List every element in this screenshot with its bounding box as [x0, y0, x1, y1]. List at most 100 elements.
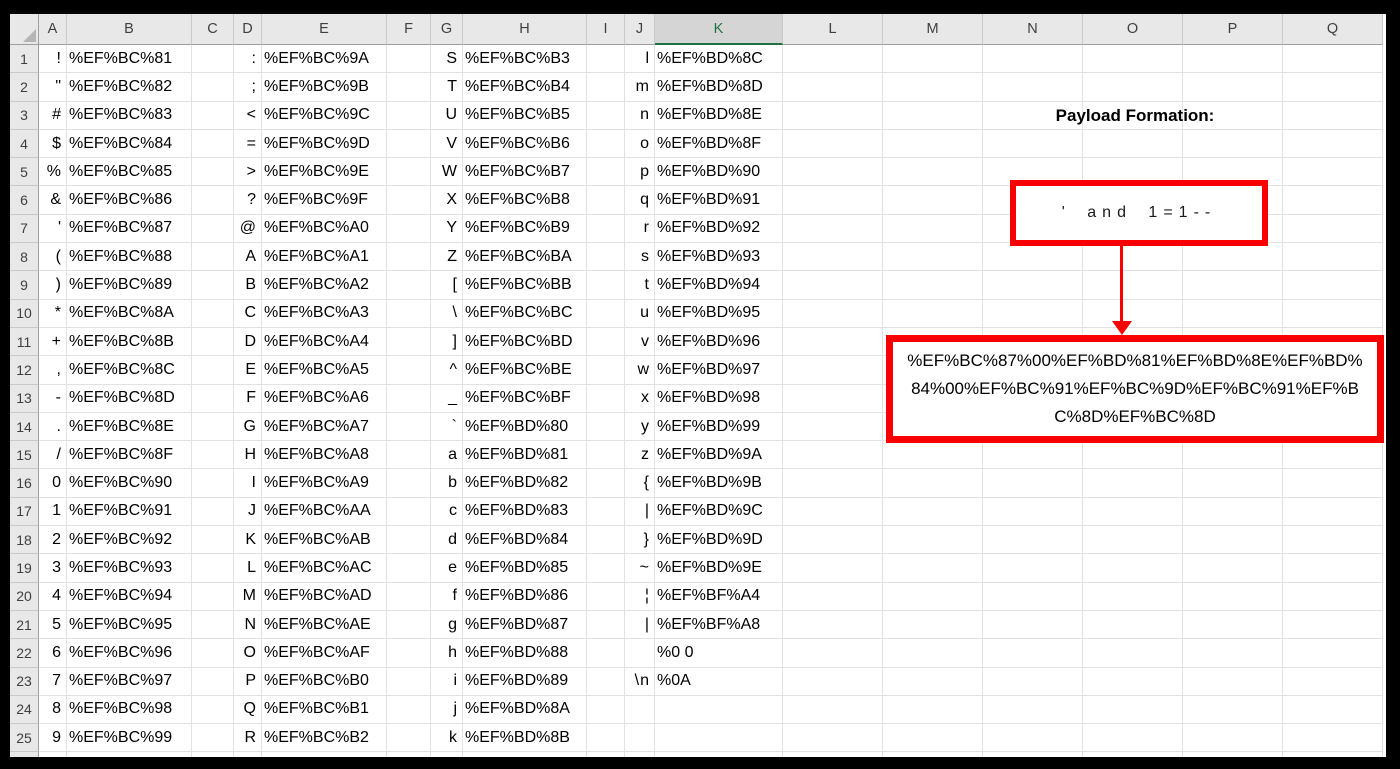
- cell-a4[interactable]: $: [39, 129, 67, 159]
- cell-empty[interactable]: [883, 667, 983, 696]
- cell-j10[interactable]: u: [625, 299, 655, 328]
- cell-e17[interactable]: %EF%BC%AA: [262, 497, 387, 527]
- column-header-i[interactable]: I: [587, 14, 625, 45]
- cell-empty[interactable]: [192, 158, 234, 187]
- cell-empty[interactable]: [387, 554, 431, 583]
- cell-k1[interactable]: %EF%BD%8C: [655, 45, 783, 74]
- cell-empty[interactable]: [1183, 610, 1283, 640]
- cell-empty[interactable]: [783, 356, 883, 385]
- cell-h18[interactable]: %EF%BD%84: [463, 526, 587, 555]
- cell-g17[interactable]: c: [431, 497, 463, 527]
- cell-empty[interactable]: [387, 101, 431, 130]
- cell-e8[interactable]: %EF%BC%A1: [262, 243, 387, 272]
- cell-j4[interactable]: o: [625, 129, 655, 159]
- cell-empty[interactable]: [1283, 158, 1383, 187]
- cell-k25[interactable]: [655, 724, 783, 753]
- cell-d25[interactable]: R: [234, 724, 262, 753]
- cell-empty[interactable]: [587, 469, 625, 498]
- cell-b13[interactable]: %EF%BC%8D: [67, 384, 192, 413]
- cell-empty[interactable]: [1283, 214, 1383, 244]
- row-header-23[interactable]: 23: [10, 667, 39, 696]
- column-header-q[interactable]: Q: [1283, 14, 1383, 45]
- cell-empty[interactable]: [1083, 582, 1183, 611]
- cell-h10[interactable]: %EF%BC%BC: [463, 299, 587, 328]
- column-header-n[interactable]: N: [983, 14, 1083, 45]
- cell-empty[interactable]: [192, 441, 234, 470]
- cell-empty[interactable]: [387, 469, 431, 498]
- cell-j25[interactable]: [625, 724, 655, 753]
- cell-empty[interactable]: [192, 724, 234, 753]
- cell-k6[interactable]: %EF%BD%91: [655, 186, 783, 215]
- cell-b12[interactable]: %EF%BC%8C: [67, 356, 192, 385]
- cell-j22[interactable]: [625, 639, 655, 668]
- cell-empty[interactable]: [192, 526, 234, 555]
- row-header-20[interactable]: 20: [10, 582, 39, 611]
- cell-empty[interactable]: [387, 186, 431, 215]
- cell-a5[interactable]: %: [39, 158, 67, 187]
- cell-empty[interactable]: [1183, 243, 1283, 272]
- cell-empty[interactable]: [1183, 45, 1283, 74]
- cell-k14[interactable]: %EF%BD%99: [655, 412, 783, 442]
- cell-e6[interactable]: %EF%BC%9F: [262, 186, 387, 215]
- cell-empty[interactable]: [1183, 271, 1283, 300]
- cell-empty[interactable]: [587, 526, 625, 555]
- cell-d1[interactable]: :: [234, 45, 262, 74]
- row-header-18[interactable]: 18: [10, 526, 39, 555]
- cell-a21[interactable]: 5: [39, 610, 67, 640]
- column-header-o[interactable]: O: [1083, 14, 1183, 45]
- cell-empty[interactable]: [587, 724, 625, 753]
- cell-d12[interactable]: E: [234, 356, 262, 385]
- cell-empty[interactable]: [387, 441, 431, 470]
- cell-empty[interactable]: [1283, 554, 1383, 583]
- cell-d16[interactable]: I: [234, 469, 262, 498]
- row-header-13[interactable]: 13: [10, 384, 39, 413]
- cell-b5[interactable]: %EF%BC%85: [67, 158, 192, 187]
- row-header-24[interactable]: 24: [10, 695, 39, 725]
- cell-empty[interactable]: [587, 158, 625, 187]
- cell-e18[interactable]: %EF%BC%AB: [262, 526, 387, 555]
- cell-h12[interactable]: %EF%BC%BE: [463, 356, 587, 385]
- cell-b11[interactable]: %EF%BC%8B: [67, 327, 192, 357]
- cell-empty[interactable]: [192, 554, 234, 583]
- cell-empty[interactable]: [1283, 45, 1383, 74]
- cell-empty[interactable]: [587, 582, 625, 611]
- cell-empty[interactable]: [1283, 695, 1383, 725]
- cell-d2[interactable]: ;: [234, 73, 262, 102]
- row-header-15[interactable]: 15: [10, 441, 39, 470]
- cell-a25[interactable]: 9: [39, 724, 67, 753]
- cell-empty[interactable]: [983, 497, 1083, 527]
- cell-empty[interactable]: [387, 610, 431, 640]
- cell-empty[interactable]: [883, 554, 983, 583]
- cell-empty[interactable]: [387, 271, 431, 300]
- cell-empty[interactable]: [1083, 73, 1183, 102]
- cell-empty[interactable]: [387, 129, 431, 159]
- cell-j24[interactable]: [625, 695, 655, 725]
- payload-encoded-box[interactable]: %EF%BC%87%00%EF%BD%81%EF%BD%8E%EF%BD%84%…: [886, 335, 1384, 443]
- cell-a8[interactable]: (: [39, 243, 67, 272]
- cell-e11[interactable]: %EF%BC%A4: [262, 327, 387, 357]
- cell-g2[interactable]: T: [431, 73, 463, 102]
- cell-empty[interactable]: [1283, 610, 1383, 640]
- cell-empty[interactable]: [192, 582, 234, 611]
- cell-j18[interactable]: }: [625, 526, 655, 555]
- cell-b7[interactable]: %EF%BC%87: [67, 214, 192, 244]
- cell-j16[interactable]: {: [625, 469, 655, 498]
- column-header-a[interactable]: A: [39, 14, 67, 45]
- cell-h9[interactable]: %EF%BC%BB: [463, 271, 587, 300]
- cell-empty[interactable]: [883, 186, 983, 215]
- cell-empty[interactable]: [1183, 73, 1283, 102]
- cell-b20[interactable]: %EF%BC%94: [67, 582, 192, 611]
- row-header-7[interactable]: 7: [10, 214, 39, 244]
- cell-h3[interactable]: %EF%BC%B5: [463, 101, 587, 130]
- cell-empty[interactable]: [1083, 695, 1183, 725]
- cell-d21[interactable]: N: [234, 610, 262, 640]
- cell-empty[interactable]: [883, 73, 983, 102]
- cell-k24[interactable]: [655, 695, 783, 725]
- cell-empty[interactable]: [883, 639, 983, 668]
- cell-j15[interactable]: z: [625, 441, 655, 470]
- row-header-2[interactable]: 2: [10, 73, 39, 102]
- cell-e9[interactable]: %EF%BC%A2: [262, 271, 387, 300]
- cell-j19[interactable]: ~: [625, 554, 655, 583]
- cell-j13[interactable]: x: [625, 384, 655, 413]
- cell-empty[interactable]: [883, 610, 983, 640]
